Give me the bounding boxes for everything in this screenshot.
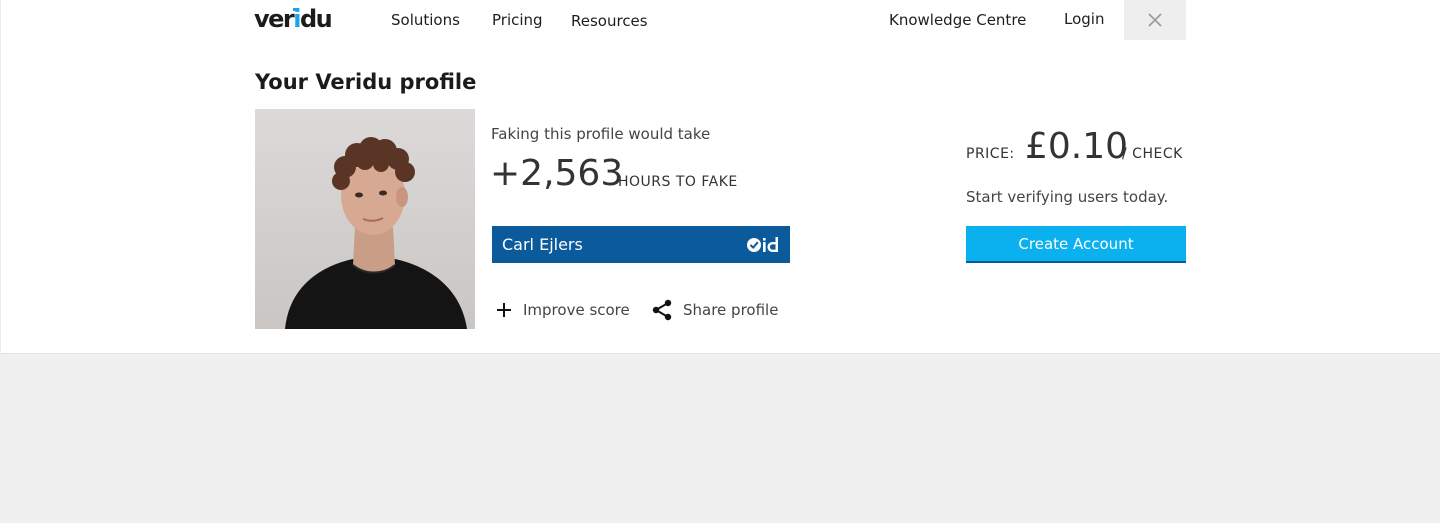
nav-knowledge-centre[interactable]: Knowledge Centre	[889, 10, 1026, 30]
veridu-logo[interactable]: veridu	[254, 4, 333, 34]
plus-icon	[497, 303, 511, 317]
share-profile-label: Share profile	[683, 301, 779, 319]
hours-to-fake-unit: HOURS TO FAKE	[618, 174, 738, 190]
close-button[interactable]	[1124, 0, 1186, 40]
fake-caption: Faking this profile would take	[491, 125, 711, 143]
price-value: £0.10	[1025, 126, 1129, 167]
logo-suffix: du	[300, 5, 333, 33]
profile-name: Carl Ejlers	[502, 235, 583, 254]
create-account-button[interactable]: Create Account	[966, 226, 1186, 263]
share-profile-button[interactable]: Share profile	[651, 298, 778, 322]
nav-pricing[interactable]: Pricing	[492, 10, 543, 30]
logo-accent: i	[293, 5, 301, 33]
share-icon	[652, 299, 672, 321]
logo-prefix: ver	[254, 5, 295, 33]
price-tagline: Start verifying users today.	[966, 188, 1169, 206]
price-label: PRICE:	[966, 146, 1015, 162]
profile-name-bar: Carl Ejlers	[492, 226, 790, 263]
price-unit: / CHECK	[1122, 146, 1183, 162]
close-icon	[1148, 13, 1162, 27]
verified-id-icon	[746, 236, 780, 254]
profile-photo	[255, 109, 475, 329]
nav-solutions[interactable]: Solutions	[391, 10, 460, 30]
hours-to-fake-value: +2,563	[490, 153, 624, 194]
page-title: Your Veridu profile	[255, 70, 477, 94]
nav-login[interactable]: Login	[1064, 9, 1104, 29]
profile-panel: veridu Solutions Pricing Resources Knowl…	[0, 0, 1440, 354]
nav-resources[interactable]: Resources	[571, 11, 648, 31]
improve-score-label: Improve score	[523, 301, 630, 319]
improve-score-button[interactable]: Improve score	[495, 298, 630, 322]
